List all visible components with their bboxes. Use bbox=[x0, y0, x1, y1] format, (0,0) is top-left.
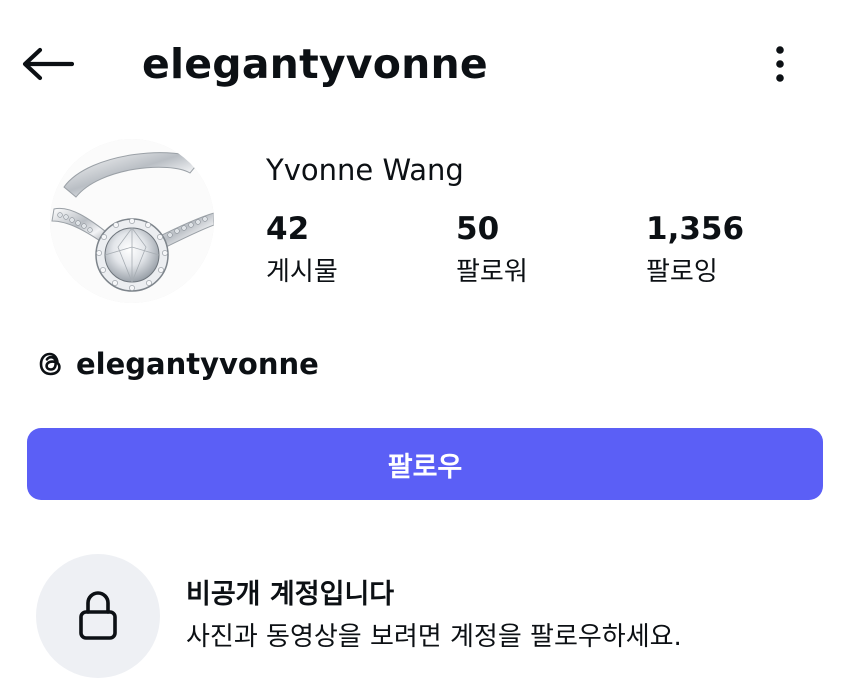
stat-followers-count: 50 bbox=[456, 211, 500, 247]
stat-posts-count: 42 bbox=[266, 211, 310, 247]
stat-following-count: 1,356 bbox=[646, 211, 745, 247]
stat-followers[interactable]: 50 팔로워 bbox=[456, 208, 528, 290]
threads-icon bbox=[36, 349, 66, 379]
threads-link[interactable]: elegantyvonne bbox=[36, 344, 319, 384]
arrow-left-icon bbox=[22, 47, 74, 81]
lock-badge bbox=[36, 554, 160, 678]
stat-following-label: 팔로잉 bbox=[646, 257, 718, 287]
private-account-title: 비공개 계정입니다 bbox=[186, 579, 395, 610]
more-vertical-icon bbox=[776, 46, 784, 82]
stat-posts[interactable]: 42 게시물 bbox=[266, 208, 338, 290]
display-name: Yvonne Wang bbox=[266, 153, 464, 187]
ring-photo bbox=[50, 139, 214, 303]
follow-button[interactable]: 팔로우 bbox=[27, 428, 823, 500]
stat-posts-label: 게시물 bbox=[266, 257, 338, 287]
back-button[interactable] bbox=[20, 38, 84, 90]
private-account-description: 사진과 동영상을 보려면 계정을 팔로우하세요. bbox=[186, 622, 682, 652]
stat-following[interactable]: 1,356 팔로잉 bbox=[646, 208, 744, 290]
stat-followers-label: 팔로워 bbox=[456, 257, 528, 287]
profile-username-title: elegantyvonne bbox=[142, 40, 488, 88]
lock-icon bbox=[79, 591, 117, 640]
avatar[interactable] bbox=[50, 139, 214, 303]
more-options-button[interactable] bbox=[760, 40, 800, 88]
threads-handle: elegantyvonne bbox=[76, 347, 319, 381]
